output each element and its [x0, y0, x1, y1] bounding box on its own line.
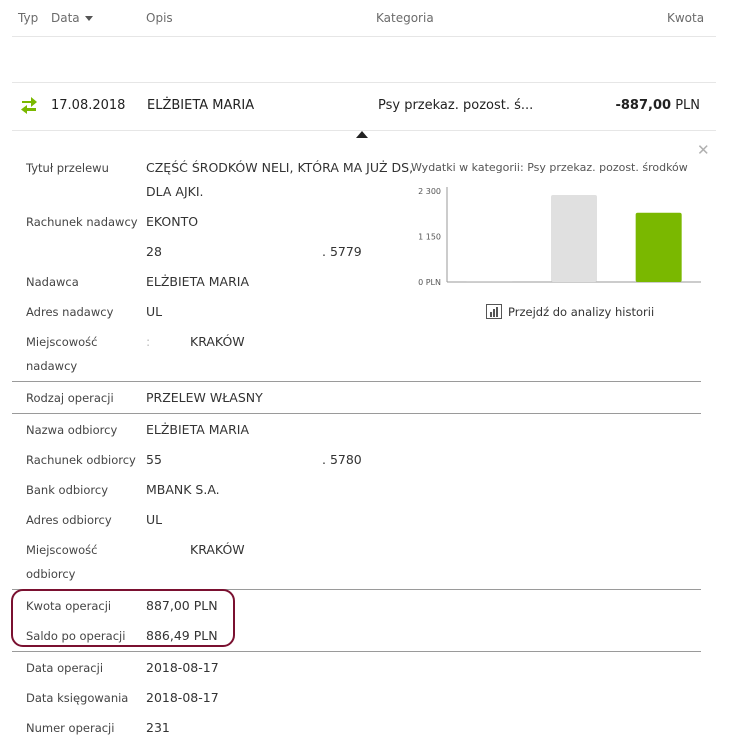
table-row[interactable]: 17.08.2018 ELŻBIETA MARIA Psy przekaz. p…	[12, 83, 716, 131]
booking-date-value: 2018-08-17	[146, 690, 219, 705]
recipient-city-label-1: Miejscowość	[26, 543, 98, 557]
op-number-label: Numer operacji	[26, 721, 115, 735]
op-number-value: 231	[146, 720, 170, 735]
recipient-account-start: 55	[146, 452, 162, 467]
transaction-amount: -887,00 PLN	[615, 98, 700, 113]
recipient-account-end: . 5780	[322, 452, 362, 467]
sender-value: ELŻBIETA MARIA	[146, 274, 250, 289]
highlight-annotation	[11, 589, 235, 647]
title-line-1: CZĘŚĆ ŚRODKÓW NELI, KTÓRA MA JUŻ DS,	[146, 160, 414, 175]
col-type-header[interactable]: Typ	[18, 11, 38, 25]
recipient-account-label: Rachunek odbiorcy	[26, 453, 136, 467]
title-label: Tytuł przelewu	[26, 161, 109, 175]
sender-account-end: . 5779	[322, 244, 362, 259]
op-date-value: 2018-08-17	[146, 660, 219, 675]
close-icon[interactable]: ✕	[697, 141, 710, 159]
chart-title: Wydatki w kategorii: Psy przekaz. pozost…	[411, 161, 688, 174]
col-date-label: Data	[51, 11, 80, 25]
divider	[12, 381, 701, 382]
sender-city-value: KRAKÓW	[190, 334, 245, 349]
history-link-label: Przejdź do analizy historii	[508, 304, 655, 319]
recipient-city-value: KRAKÓW	[190, 542, 245, 557]
sender-account-label: Rachunek nadawcy	[26, 215, 138, 229]
booking-date-label: Data księgowania	[26, 691, 129, 705]
y-tick-label: 0 PLN	[418, 278, 441, 287]
col-amount-header[interactable]: Kwota	[667, 11, 704, 25]
expand-pointer-icon	[356, 131, 368, 138]
recipient-address-value: UL	[146, 512, 163, 527]
operation-type-label: Rodzaj operacji	[26, 391, 114, 405]
category-spending-chart: 0 PLN 1 150 2 300	[418, 187, 701, 287]
bar	[635, 212, 682, 282]
sender-label: Nadawca	[26, 275, 79, 289]
title-line-2: DLA AJKI.	[146, 184, 204, 199]
sender-address-value: UL	[146, 304, 163, 319]
recipient-bank-label: Bank odbiorcy	[26, 483, 109, 497]
col-desc-header[interactable]: Opis	[146, 11, 173, 25]
recipient-bank-value: MBANK S.A.	[146, 482, 220, 497]
col-date-header[interactable]: Data	[51, 11, 93, 25]
bar-chart-icon	[486, 304, 502, 319]
sender-city-label-1: Miejscowość	[26, 335, 98, 349]
bar	[551, 194, 597, 282]
transaction-currency: PLN	[675, 98, 700, 113]
recipient-label: Nazwa odbiorcy	[26, 423, 118, 437]
divider	[12, 651, 701, 652]
transaction-date: 17.08.2018	[51, 98, 126, 113]
transfer-arrows-icon	[21, 97, 37, 114]
recipient-value: ELŻBIETA MARIA	[146, 422, 250, 437]
sender-account-name: EKONTO	[146, 214, 199, 229]
transaction-description: ELŻBIETA MARIA	[147, 98, 255, 113]
y-tick-label: 1 150	[418, 233, 441, 242]
sort-down-icon	[84, 16, 93, 21]
recipient-address-label: Adres odbiorcy	[26, 513, 112, 527]
sender-city-mark: :	[146, 334, 151, 349]
col-category-header[interactable]: Kategoria	[376, 11, 434, 25]
sender-address-label: Adres nadawcy	[26, 305, 114, 319]
sender-account-start: 28	[146, 244, 162, 259]
operation-type-value: PRZELEW WŁASNY	[146, 390, 263, 405]
history-analysis-link[interactable]: Przejdź do analizy historii	[486, 304, 654, 319]
op-date-label: Data operacji	[26, 661, 104, 675]
transaction-amount-value: -887,00	[615, 98, 672, 113]
table-header: Typ Data Opis Kategoria Kwota	[12, 0, 716, 37]
divider	[12, 413, 701, 414]
recipient-city-label-2: odbiorcy	[26, 567, 76, 581]
transaction-category: Psy przekaz. pozost. ś...	[378, 98, 534, 113]
y-tick-label: 2 300	[418, 187, 441, 196]
sender-city-label-2: nadawcy	[26, 359, 78, 373]
